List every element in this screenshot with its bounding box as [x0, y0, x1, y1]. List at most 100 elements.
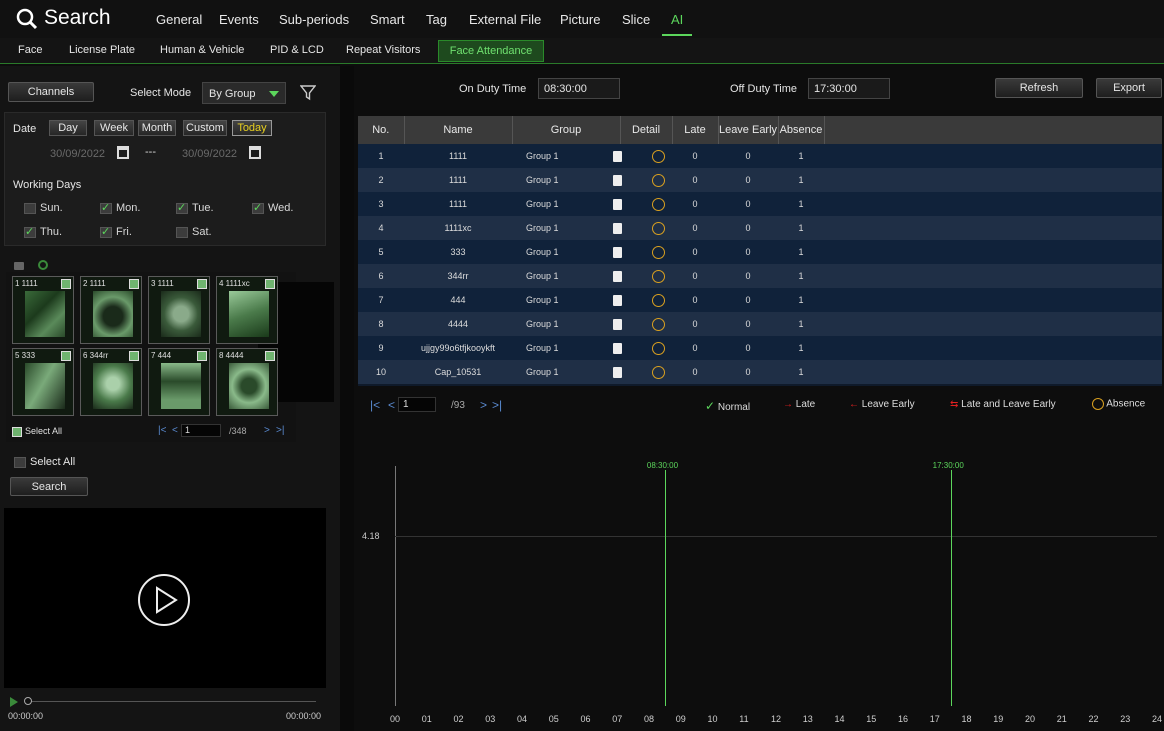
tab-general[interactable]: General: [156, 12, 202, 27]
col-detail[interactable]: Detail: [620, 116, 673, 144]
checkbox[interactable]: [24, 202, 36, 214]
tab-slice[interactable]: Slice: [622, 12, 650, 27]
checkbox[interactable]: [129, 279, 139, 289]
tab-tag[interactable]: Tag: [426, 12, 447, 27]
detail-icon[interactable]: [613, 150, 622, 162]
face-thumb-2[interactable]: 2 1111: [80, 276, 142, 344]
detail-icon[interactable]: [613, 222, 622, 234]
table-row[interactable]: 7 444 Group 1001: [358, 288, 1162, 312]
thumb-prev-page-icon[interactable]: <: [172, 425, 178, 436]
detail-icon[interactable]: [613, 318, 622, 330]
thumb-next-page-icon[interactable]: >: [264, 425, 270, 436]
thumb-select-all[interactable]: Select All: [12, 426, 62, 437]
first-page-icon[interactable]: |<: [370, 398, 380, 412]
export-button[interactable]: Export: [1096, 78, 1162, 98]
detail-icon[interactable]: [613, 270, 622, 282]
page-input[interactable]: 1: [398, 397, 436, 412]
checkbox[interactable]: [61, 351, 71, 361]
date-from-input[interactable]: 30/09/2022: [50, 148, 105, 160]
select-mode-dropdown[interactable]: By Group: [202, 82, 286, 104]
subtab-pid-lcd[interactable]: PID & LCD: [270, 44, 324, 56]
face-thumb-5[interactable]: 5 333: [12, 348, 74, 416]
table-row[interactable]: 5 333 Group 1001: [358, 240, 1162, 264]
col-name[interactable]: Name: [404, 116, 513, 144]
date-tab-day[interactable]: Day: [49, 120, 87, 136]
col-leave-early[interactable]: Leave Early: [718, 116, 779, 144]
thumb-last-page-icon[interactable]: >|: [276, 425, 284, 436]
checkbox[interactable]: [61, 279, 71, 289]
col-absence[interactable]: Absence: [778, 116, 825, 144]
checkbox[interactable]: [24, 225, 36, 238]
date-tab-week[interactable]: Week: [94, 120, 134, 136]
detail-icon[interactable]: [613, 366, 622, 378]
checkbox[interactable]: [176, 201, 188, 214]
table-row[interactable]: 3 1111 Group 1001: [358, 192, 1162, 216]
tab-smart[interactable]: Smart: [370, 12, 405, 27]
calendar-icon[interactable]: [249, 146, 261, 159]
checkbox[interactable]: [265, 351, 275, 361]
table-row[interactable]: 4 1111xc Group 1001: [358, 216, 1162, 240]
day-sun[interactable]: Sun.: [24, 202, 63, 214]
subtab-face-attendance[interactable]: Face Attendance: [438, 40, 544, 62]
day-wed[interactable]: Wed.: [252, 201, 293, 214]
subtab-license-plate[interactable]: License Plate: [69, 44, 135, 56]
detail-icon[interactable]: [613, 342, 622, 354]
table-row[interactable]: 10 Cap_10531 Group 1001: [358, 360, 1162, 384]
thumb-page-input[interactable]: 1: [181, 424, 221, 437]
prev-page-icon[interactable]: <: [388, 398, 395, 412]
subtab-face[interactable]: Face: [18, 44, 42, 56]
timeline-handle[interactable]: [24, 697, 32, 705]
day-sat[interactable]: Sat.: [176, 226, 212, 238]
face-thumb-4[interactable]: 4 1111xc: [216, 276, 278, 344]
table-row[interactable]: 2 1111 Group 1001: [358, 168, 1162, 192]
tab-ai[interactable]: AI: [671, 12, 683, 27]
table-row[interactable]: 8 4444 Group 1001: [358, 312, 1162, 336]
day-fri[interactable]: Fri.: [100, 225, 132, 238]
table-row[interactable]: 6 344rr Group 1001: [358, 264, 1162, 288]
checkbox[interactable]: [100, 225, 112, 238]
channels-button[interactable]: Channels: [8, 82, 94, 102]
day-mon[interactable]: Mon.: [100, 201, 140, 214]
tab-events[interactable]: Events: [219, 12, 259, 27]
select-all[interactable]: Select All: [14, 456, 75, 468]
table-row[interactable]: 9 ujjgy99o6tfjkooykft Group 1001: [358, 336, 1162, 360]
small-play-icon[interactable]: [10, 697, 18, 707]
checkbox[interactable]: [14, 456, 26, 468]
tab-sub-periods[interactable]: Sub-periods: [279, 12, 349, 27]
date-to-input[interactable]: 30/09/2022: [182, 148, 237, 160]
checkbox[interactable]: [100, 201, 112, 214]
date-tab-custom[interactable]: Custom: [183, 120, 227, 136]
detail-icon[interactable]: [613, 174, 622, 186]
face-thumb-1[interactable]: 1 1111: [12, 276, 74, 344]
col-no[interactable]: No.: [358, 116, 405, 144]
col-late[interactable]: Late: [672, 116, 719, 144]
timeline-slider[interactable]: [26, 701, 316, 702]
day-thu[interactable]: Thu.: [24, 225, 62, 238]
detail-icon[interactable]: [613, 246, 622, 258]
play-icon[interactable]: [136, 572, 192, 628]
refresh-button[interactable]: Refresh: [995, 78, 1083, 98]
day-tue[interactable]: Tue.: [176, 201, 214, 214]
search-button[interactable]: Search: [10, 477, 88, 496]
detail-icon[interactable]: [613, 198, 622, 210]
next-page-icon[interactable]: >: [480, 398, 487, 412]
tab-external-file[interactable]: External File: [469, 12, 541, 27]
table-row[interactable]: 1 1111 Group 1001: [358, 144, 1162, 168]
calendar-icon[interactable]: [117, 146, 129, 159]
filter-icon[interactable]: [299, 84, 317, 102]
on-duty-input[interactable]: 08:30:00: [538, 78, 620, 99]
checkbox[interactable]: [129, 351, 139, 361]
face-thumb-3[interactable]: 3 1111: [148, 276, 210, 344]
face-thumb-8[interactable]: 8 4444: [216, 348, 278, 416]
face-thumb-7[interactable]: 7 444: [148, 348, 210, 416]
date-tab-today[interactable]: Today: [232, 120, 272, 136]
tab-picture[interactable]: Picture: [560, 12, 600, 27]
checkbox[interactable]: [197, 351, 207, 361]
checkbox[interactable]: [265, 279, 275, 289]
checkbox[interactable]: [176, 226, 188, 238]
off-duty-input[interactable]: 17:30:00: [808, 78, 890, 99]
col-group[interactable]: Group: [512, 116, 621, 144]
checkbox[interactable]: [12, 426, 22, 437]
checkbox[interactable]: [197, 279, 207, 289]
face-thumb-6[interactable]: 6 344rr: [80, 348, 142, 416]
